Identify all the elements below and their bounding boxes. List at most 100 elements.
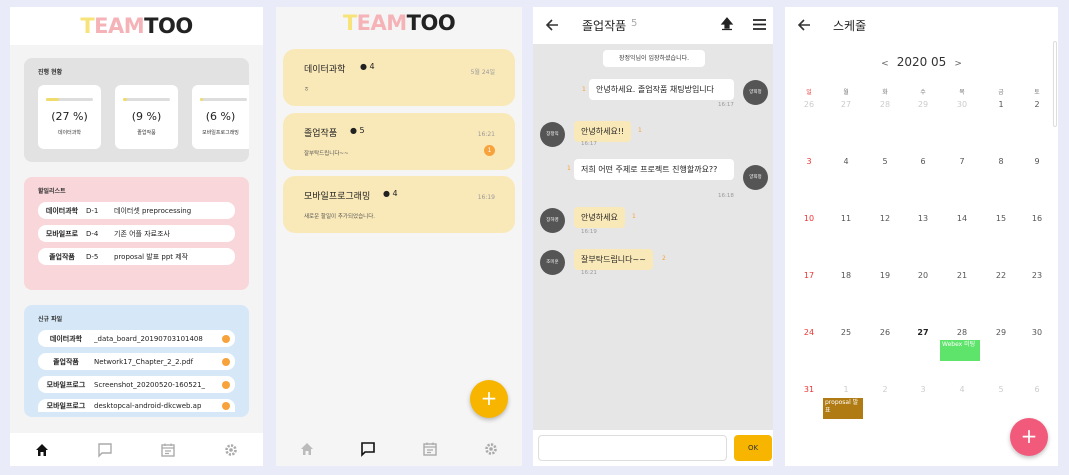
avatar[interactable]: 양희정: [743, 165, 768, 190]
download-icon[interactable]: [222, 380, 230, 389]
calendar-day[interactable]: 12: [875, 214, 895, 223]
calendar-day[interactable]: 27: [836, 100, 856, 109]
calendar-day[interactable]: 5: [875, 157, 895, 166]
menu-icon[interactable]: [752, 18, 767, 31]
message-time: 16:17: [718, 102, 734, 108]
unread-badge: 1: [484, 145, 495, 156]
back-arrow-icon[interactable]: [545, 18, 559, 32]
calendar-day[interactable]: 6: [1027, 385, 1047, 394]
scrollbar[interactable]: [1053, 41, 1057, 127]
download-icon[interactable]: [222, 357, 230, 366]
calendar-day[interactable]: 29: [991, 328, 1011, 337]
calendar-day[interactable]: 3: [799, 157, 819, 166]
weekday-label: 화: [882, 89, 888, 96]
message-bubble: 저희 어떤 주제로 프로젝트 진행할까요??: [574, 159, 734, 180]
calendar-day[interactable]: 10: [799, 214, 819, 223]
calendar-day[interactable]: 8: [991, 157, 1011, 166]
calendar-day[interactable]: 25: [836, 328, 856, 337]
prev-month-button[interactable]: <: [881, 59, 889, 69]
calendar-day[interactable]: 27: [913, 328, 933, 337]
person-icon: ●: [350, 126, 357, 135]
home-icon[interactable]: [299, 441, 315, 457]
progress-card[interactable]: (27 %) 데이터과학: [38, 85, 101, 149]
calendar-event[interactable]: Webex 미팅: [940, 340, 980, 361]
file-item[interactable]: 모바일프로그 Screenshot_20200520-160521_: [38, 376, 235, 393]
todo-item[interactable]: 데이터과학 D-1 데이터셋 preprocessing: [38, 202, 235, 219]
calendar-day[interactable]: 5: [991, 385, 1011, 394]
calendar-day[interactable]: 26: [875, 328, 895, 337]
home-icon[interactable]: [34, 442, 50, 458]
calendar-icon[interactable]: [422, 441, 438, 457]
calendar-day[interactable]: 28: [875, 100, 895, 109]
calendar-day[interactable]: 7: [952, 157, 972, 166]
chatroom-item[interactable]: 졸업작품 ● 5 잘부탁드립니다~~ 16:21 1: [283, 113, 515, 170]
download-icon[interactable]: [222, 334, 230, 343]
progress-card[interactable]: (9 %) 졸업작품: [115, 85, 178, 149]
calendar-event[interactable]: proposal 발표: [823, 398, 863, 419]
calendar-day[interactable]: 30: [952, 100, 972, 109]
calendar-day[interactable]: 21: [952, 271, 972, 280]
settings-icon[interactable]: [223, 442, 239, 458]
calendar-day[interactable]: 4: [836, 157, 856, 166]
calendar-day[interactable]: 13: [913, 214, 933, 223]
calendar-day[interactable]: 4: [952, 385, 972, 394]
calendar-day[interactable]: 18: [836, 271, 856, 280]
avatar[interactable]: 조미훈: [540, 250, 565, 275]
calendar-day[interactable]: 11: [836, 214, 856, 223]
calendar-day[interactable]: 23: [1027, 271, 1047, 280]
avatar[interactable]: 장하영: [540, 208, 565, 233]
message-time: 16:21: [581, 270, 597, 276]
calendar-day[interactable]: 20: [913, 271, 933, 280]
upload-icon[interactable]: [720, 17, 734, 31]
calendar-day[interactable]: 30: [1027, 328, 1047, 337]
weekday-label: 수: [920, 89, 926, 96]
todo-item[interactable]: 졸업작품 D-5 proposal 발표 ppt 제작: [38, 248, 235, 265]
file-item[interactable]: 데이터과학 _data_board_20190703101408: [38, 330, 235, 347]
avatar[interactable]: 장정익: [540, 122, 565, 147]
unread-count: 1: [638, 127, 642, 134]
last-message: 잘부탁드립니다~~: [304, 151, 349, 157]
todo-panel: 할일리스트 데이터과학 D-1 데이터셋 preprocessing 모바일프로 D-…: [24, 177, 249, 290]
file-item[interactable]: 졸업작품 Network17_Chapter_2_2.pdf: [38, 353, 235, 370]
calendar-day[interactable]: 28: [952, 328, 972, 337]
download-icon[interactable]: [222, 401, 230, 410]
back-arrow-icon[interactable]: [797, 18, 811, 32]
calendar-day[interactable]: 29: [913, 100, 933, 109]
todo-item[interactable]: 모바일프로 D-4 기존 어플 자료조사: [38, 225, 235, 242]
calendar-day[interactable]: 14: [952, 214, 972, 223]
calendar-day[interactable]: 9: [1027, 157, 1047, 166]
calendar-day[interactable]: 17: [799, 271, 819, 280]
send-button[interactable]: OK: [734, 435, 772, 461]
calendar-day[interactable]: 15: [991, 214, 1011, 223]
message-input-bar: OK: [533, 430, 773, 466]
bottom-nav: [276, 432, 522, 466]
weekday-label: 월: [843, 89, 849, 96]
calendar-day[interactable]: 1: [836, 385, 856, 394]
add-event-button[interactable]: +: [1010, 418, 1048, 456]
file-item[interactable]: 모바일프로그 desktopcal-android-dkcweb.ap: [38, 399, 235, 412]
calendar-day[interactable]: 24: [799, 328, 819, 337]
settings-icon[interactable]: [483, 441, 499, 457]
calendar-day[interactable]: 19: [875, 271, 895, 280]
calendar-icon[interactable]: [160, 442, 176, 458]
room-name: 데이터과학: [304, 65, 346, 75]
calendar-day[interactable]: 26: [799, 100, 819, 109]
calendar-day[interactable]: 16: [1027, 214, 1047, 223]
calendar-day[interactable]: 6: [913, 157, 933, 166]
calendar-day[interactable]: 22: [991, 271, 1011, 280]
calendar-day[interactable]: 2: [1027, 100, 1047, 109]
calendar-day[interactable]: 2: [875, 385, 895, 394]
message-input[interactable]: [538, 435, 727, 461]
chat-icon[interactable]: [97, 442, 113, 458]
chatroom-item[interactable]: 모바일프로그래밍 ● 4 새로운 할일이 추가되었습니다. 16:19: [283, 176, 515, 233]
calendar-day[interactable]: 31: [799, 385, 819, 394]
calendar-day[interactable]: 1: [991, 100, 1011, 109]
progress-card[interactable]: (6 %) 모바일프로그래밍: [192, 85, 249, 149]
avatar[interactable]: 양희정: [743, 80, 768, 105]
bottom-nav: [10, 433, 263, 466]
chat-icon[interactable]: [360, 441, 376, 457]
next-month-button[interactable]: >: [954, 59, 962, 69]
calendar-day[interactable]: 3: [913, 385, 933, 394]
add-room-button[interactable]: +: [470, 380, 508, 418]
chatroom-item[interactable]: 데이터과학 ● 4 ㅎ 5월 24일: [283, 49, 515, 106]
